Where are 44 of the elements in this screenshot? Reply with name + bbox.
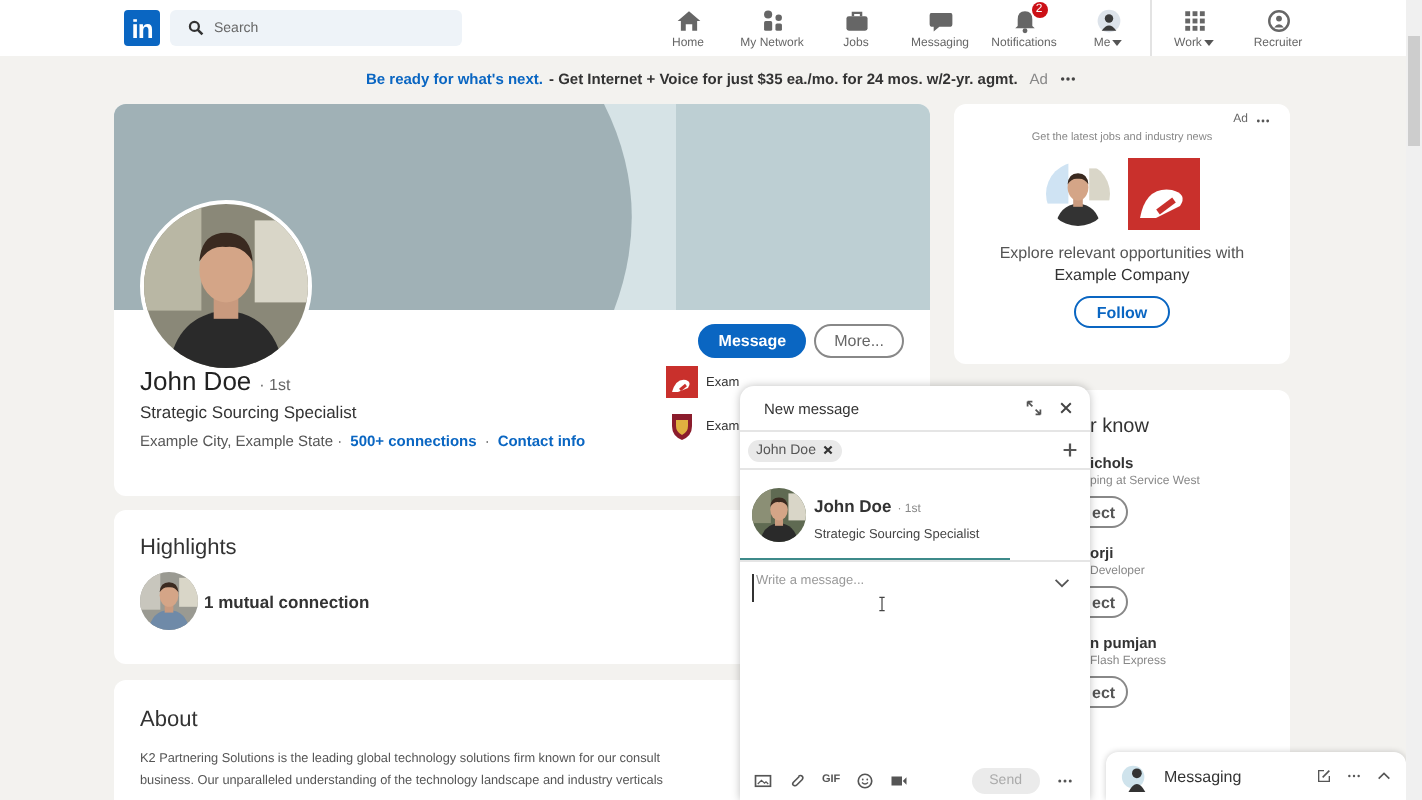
home-icon bbox=[675, 7, 701, 33]
compose-icon[interactable] bbox=[1316, 768, 1332, 784]
connect-button[interactable]: ect bbox=[1090, 496, 1128, 528]
expand-icon[interactable] bbox=[1026, 400, 1042, 416]
mutual-connection-link[interactable]: 1 mutual connection bbox=[204, 591, 370, 611]
headline: Strategic Sourcing Specialist bbox=[140, 402, 359, 422]
message-button[interactable]: Message bbox=[698, 324, 807, 358]
paperclip-icon[interactable] bbox=[788, 771, 806, 789]
follow-button[interactable]: Follow bbox=[1074, 296, 1170, 328]
logo[interactable]: in bbox=[124, 10, 160, 46]
briefcase-icon bbox=[843, 7, 869, 33]
school-crest-icon bbox=[666, 410, 698, 442]
section-title: About bbox=[140, 708, 200, 732]
chevron-icon[interactable] bbox=[1376, 768, 1392, 784]
chat-icon bbox=[927, 7, 953, 33]
more-icon[interactable] bbox=[1256, 117, 1270, 123]
connect-button[interactable]: ect bbox=[1090, 586, 1128, 618]
more-icon[interactable] bbox=[1059, 75, 1076, 81]
add-icon[interactable] bbox=[1062, 442, 1078, 458]
grid-icon bbox=[1181, 7, 1207, 33]
ad-description: Explore relevant opportunities with bbox=[999, 244, 1245, 262]
remove-icon bbox=[821, 444, 834, 456]
more-button[interactable]: More... bbox=[814, 324, 904, 358]
person-name: John Doe bbox=[814, 496, 892, 516]
section-title: Highlights bbox=[140, 536, 239, 560]
avatar-icon bbox=[1095, 7, 1121, 33]
section-title: r know bbox=[1090, 416, 1151, 438]
chevron-icon[interactable] bbox=[1054, 578, 1070, 588]
avatar-icon bbox=[1120, 761, 1150, 791]
company-name: Example Company bbox=[1054, 266, 1190, 284]
messaging-title: Messaging bbox=[1164, 767, 1244, 785]
people-icon bbox=[759, 7, 785, 33]
company-logo bbox=[666, 366, 698, 398]
connection-degree: · 1st bbox=[259, 376, 291, 394]
image-icon[interactable] bbox=[754, 771, 772, 789]
text-cursor-icon bbox=[878, 596, 886, 612]
company-logo bbox=[1127, 158, 1199, 230]
close-icon[interactable] bbox=[1058, 400, 1074, 416]
profile-name: John Doe bbox=[140, 366, 252, 396]
connect-button[interactable]: ect bbox=[1090, 676, 1128, 708]
messaging-bar[interactable]: Messaging bbox=[1106, 752, 1406, 800]
video-icon[interactable] bbox=[890, 771, 909, 789]
bell-icon bbox=[1011, 7, 1037, 33]
emoji-icon[interactable] bbox=[856, 771, 875, 789]
